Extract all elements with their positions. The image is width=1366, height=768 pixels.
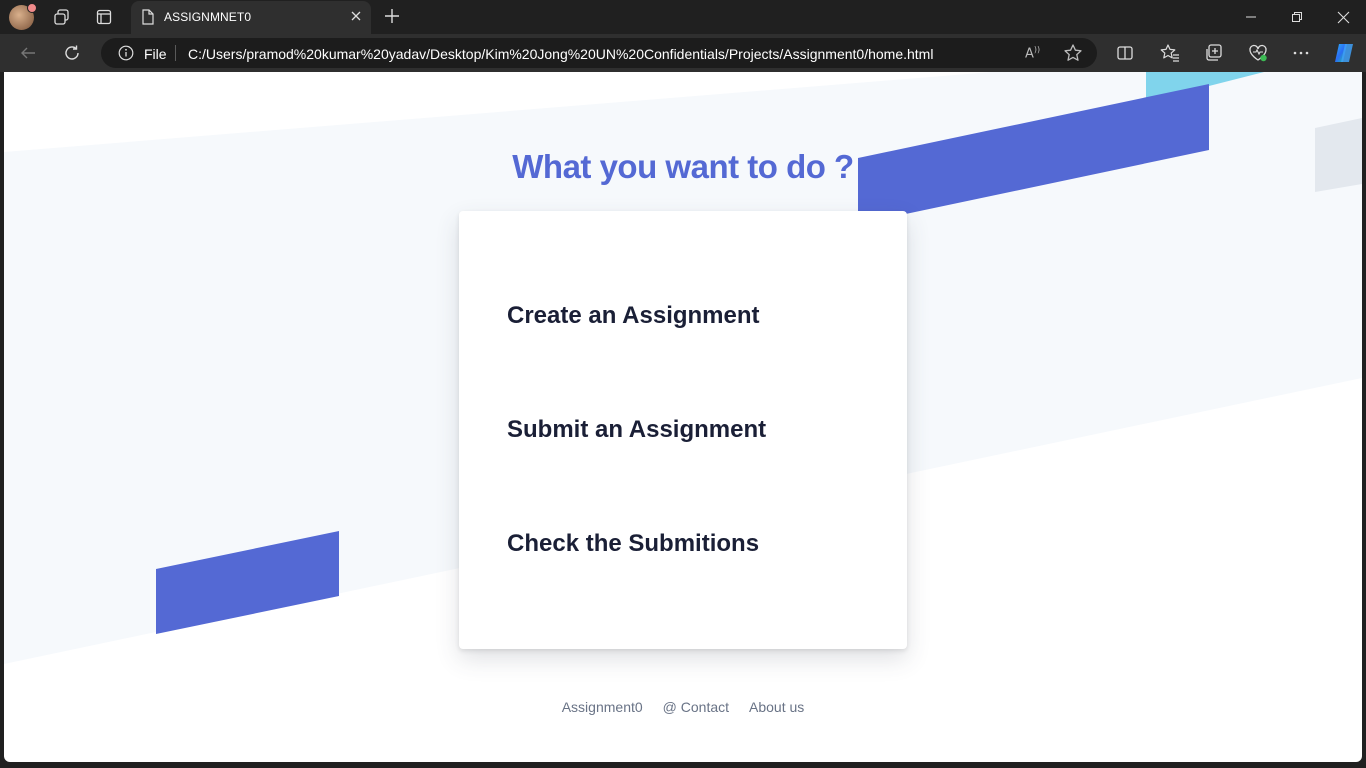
url-text[interactable]: C:/Users/pramod%20kumar%20yadav/Desktop/… bbox=[188, 46, 933, 62]
address-scheme-label: File bbox=[144, 46, 167, 62]
page-footer: Assignment0 @ Contact About us bbox=[4, 699, 1362, 715]
active-tab[interactable]: ASSIGNMNET0 bbox=[131, 1, 371, 34]
restore-icon[interactable] bbox=[1289, 9, 1305, 25]
star-icon[interactable] bbox=[1063, 43, 1083, 68]
collections-icon[interactable] bbox=[1204, 43, 1224, 63]
page-heading: What you want to do ? bbox=[512, 148, 854, 185]
copilot-icon[interactable] bbox=[1332, 41, 1356, 65]
footer-contact-link[interactable]: @ Contact bbox=[663, 699, 729, 715]
check-submissions-link[interactable]: Check the Submitions bbox=[507, 530, 759, 558]
close-tab-icon[interactable] bbox=[349, 9, 363, 28]
tab-title: ASSIGNMNET0 bbox=[164, 10, 252, 24]
profile-avatar[interactable] bbox=[9, 3, 37, 30]
browser-toolbar: File C:/Users/pramod%20kumar%20yadav/Des… bbox=[0, 34, 1366, 72]
page-icon bbox=[141, 9, 155, 30]
info-icon[interactable] bbox=[118, 45, 134, 66]
address-separator bbox=[175, 45, 176, 61]
close-window-icon[interactable] bbox=[1335, 9, 1351, 25]
submit-assignment-link[interactable]: Submit an Assignment bbox=[507, 416, 766, 444]
minimize-icon[interactable] bbox=[1243, 9, 1259, 25]
browser-essentials-icon[interactable] bbox=[1248, 43, 1268, 63]
options-card: Create an Assignment Submit an Assignmen… bbox=[459, 211, 907, 649]
address-bar[interactable]: File C:/Users/pramod%20kumar%20yadav/Des… bbox=[101, 38, 1097, 68]
create-assignment-link[interactable]: Create an Assignment bbox=[507, 302, 760, 330]
more-icon[interactable] bbox=[1291, 43, 1311, 63]
tab-actions-icon[interactable] bbox=[95, 8, 113, 26]
read-aloud-icon[interactable]: A)) bbox=[1025, 45, 1040, 61]
refresh-icon[interactable] bbox=[62, 43, 82, 63]
footer-brand-link[interactable]: Assignment0 bbox=[562, 699, 643, 715]
taskbar-edge bbox=[0, 762, 1366, 768]
new-tab-plus-icon[interactable] bbox=[383, 7, 401, 30]
split-screen-icon[interactable] bbox=[1115, 43, 1135, 63]
back-icon[interactable] bbox=[18, 43, 38, 63]
page-viewport: What you want to do ? Create an Assignme… bbox=[4, 72, 1362, 762]
footer-about-link[interactable]: About us bbox=[749, 699, 804, 715]
notification-dot bbox=[27, 3, 37, 13]
favorites-icon[interactable] bbox=[1160, 43, 1180, 63]
tab-bar: ASSIGNMNET0 bbox=[0, 0, 1366, 34]
workspaces-icon[interactable] bbox=[53, 8, 71, 26]
